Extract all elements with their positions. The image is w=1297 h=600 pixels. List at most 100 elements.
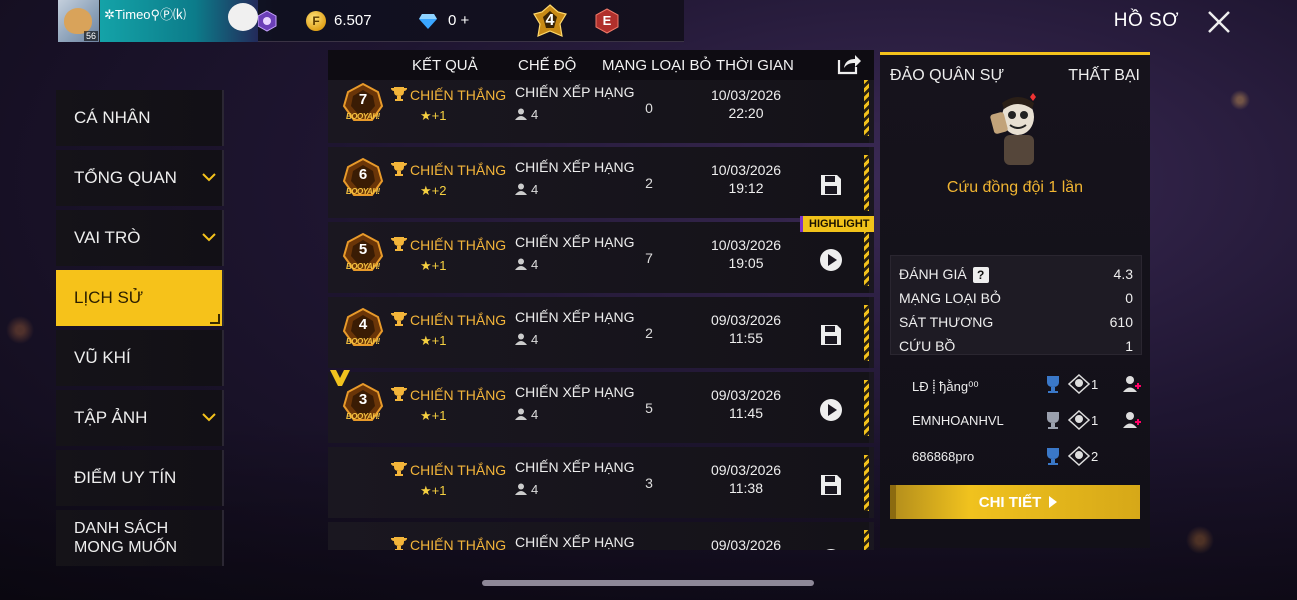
sidebar-item-danh-sach-mong-muon[interactable]: DANH SÁCH MONG MUỐN bbox=[56, 510, 224, 566]
team-member[interactable]: 686868pro 2 bbox=[890, 439, 1142, 475]
date-text: 09/03/2026 bbox=[710, 537, 782, 550]
sidebar-item-label: TỔNG QUAN bbox=[74, 168, 177, 187]
stars-value: +1 bbox=[431, 483, 447, 498]
player-count-value: 4 bbox=[531, 332, 539, 347]
sidebar-item-label: VŨ KHÍ bbox=[74, 348, 131, 367]
row-accent-stripe bbox=[864, 305, 869, 361]
table-row[interactable]: 3 BOOYAH! CHIẾN THẮNG ★+1 CHIẾN XẾP HẠNG 4 5 09… bbox=[328, 370, 874, 443]
player-count-value: 4 bbox=[531, 257, 539, 272]
match-result: THẤT BẠI bbox=[1068, 67, 1140, 84]
mode-text: CHIẾN XẾP HẠNG bbox=[515, 234, 635, 250]
player-count: 4 bbox=[515, 107, 538, 122]
clock-text: 11:38 bbox=[729, 480, 763, 496]
star-icon: ★ bbox=[420, 408, 432, 423]
member-name: LĐ ⸽ ђằng⁰⁰ bbox=[912, 379, 979, 394]
table-row[interactable]: 7 BOOYAH! CHIẾN THẮNG ★+1 CHIẾN XẾP HẠNG 4 0 10… bbox=[328, 72, 874, 143]
stars-value: +1 bbox=[431, 258, 447, 273]
trophy-icon bbox=[391, 87, 407, 101]
highlight-tag[interactable]: HIGHLIGHT bbox=[800, 216, 874, 232]
map-name: ĐẢO QUÂN SỰ bbox=[890, 67, 1005, 84]
sidebar-item-label: ĐIỂM UY TÍN bbox=[74, 468, 177, 487]
skull-kill-icon bbox=[1068, 374, 1090, 394]
sidebar: CÁ NHÂN TỔNG QUAN VAI TRÒ LỊCH SỬ VŨ KHÍ… bbox=[56, 90, 224, 570]
rank-number: 5 bbox=[358, 241, 368, 258]
team-member[interactable]: LĐ ⸽ ђằng⁰⁰ 1 bbox=[890, 367, 1142, 403]
result-cell: CHIẾN THẮNG bbox=[390, 536, 506, 550]
stars-value: +1 bbox=[431, 108, 447, 123]
stars-gained: ★+1 bbox=[420, 258, 446, 274]
stat-label: SÁT THƯƠNG bbox=[899, 314, 994, 330]
skull-kill-icon bbox=[1068, 410, 1090, 430]
star-icon: ★ bbox=[420, 183, 432, 198]
player-count-value: 4 bbox=[531, 482, 539, 497]
clock-text: 19:05 bbox=[728, 255, 764, 271]
share-icon[interactable] bbox=[836, 52, 862, 76]
sidebar-item-lich-su[interactable]: LỊCH SỬ bbox=[56, 270, 224, 326]
result-cell: CHIẾN THẮNG bbox=[390, 236, 506, 255]
trophy-icon bbox=[391, 237, 407, 251]
mode-text: CHIẾN XẾP HẠNG bbox=[515, 309, 635, 325]
sidebar-item-vai-tro[interactable]: VAI TRÒ bbox=[56, 210, 224, 266]
add-friend-icon[interactable] bbox=[1122, 374, 1142, 394]
home-indicator[interactable] bbox=[482, 580, 814, 586]
sidebar-item-vu-khi[interactable]: VŨ KHÍ bbox=[56, 330, 224, 386]
stat-label: ĐÁNH GIÁ bbox=[899, 265, 967, 282]
stars-gained: ★+2 bbox=[420, 183, 446, 199]
player-count: 4 bbox=[515, 482, 538, 497]
save-replay-icon[interactable] bbox=[819, 173, 843, 197]
result-cell: CHIẾN THẮNG bbox=[390, 461, 506, 480]
e-badge[interactable]: E bbox=[594, 7, 620, 34]
rank-number: 3 bbox=[358, 391, 368, 408]
booyah-label: BOOYAH! bbox=[346, 112, 380, 121]
play-replay-icon[interactable] bbox=[819, 248, 843, 272]
namecard-banner[interactable]: ✲Timeo⚲Ⓟ⒦ bbox=[100, 0, 258, 42]
rank-badge[interactable]: 4 bbox=[532, 3, 568, 38]
stars-value: +2 bbox=[431, 183, 447, 198]
row-accent-stripe bbox=[864, 455, 869, 511]
star-icon: ★ bbox=[420, 258, 432, 273]
table-row[interactable]: CHIẾN THẮNG ★+1 CHIẾN XẾP HẠNG 4 3 09/03/2026… bbox=[328, 447, 874, 518]
match-detail-panel: ĐẢO QUÂN SỰ THẤT BẠI Cứu đồng đội 1 lần … bbox=[880, 52, 1150, 548]
sidebar-item-tong-quan[interactable]: TỔNG QUAN bbox=[56, 150, 224, 206]
diamond-icon bbox=[419, 13, 437, 29]
add-friend-icon[interactable] bbox=[1122, 410, 1142, 430]
sidebar-item-tap-anh[interactable]: TẬP ẢNH bbox=[56, 390, 224, 446]
table-row[interactable]: 6 BOOYAH! CHIẾN THẮNG ★+2 CHIẾN XẾP HẠNG 4 2 10… bbox=[328, 147, 874, 218]
result-text: CHIẾN THẮNG bbox=[410, 387, 507, 403]
kills-value: 2 bbox=[645, 175, 653, 191]
detail-button[interactable]: CHI TIẾT bbox=[890, 485, 1140, 519]
result-cell: CHIẾN THẮNG bbox=[390, 311, 506, 330]
time-cell: 09/03/2026 11:45 bbox=[700, 386, 792, 422]
save-replay-icon[interactable] bbox=[819, 473, 843, 497]
sidebar-item-diem-uy-tin[interactable]: ĐIỂM UY TÍN bbox=[56, 450, 224, 506]
table-row[interactable]: 5 BOOYAH! CHIẾN THẮNG ★+1 CHIẾN XẾP HẠNG 4 7 10… bbox=[328, 216, 874, 293]
play-replay-icon[interactable] bbox=[819, 548, 843, 550]
mode-text: CHIẾN XẾP HẠNG bbox=[515, 84, 635, 100]
sidebar-item-ca-nhan[interactable]: CÁ NHÂN bbox=[56, 90, 224, 146]
team-member[interactable]: EMNHOANHVL 1 bbox=[890, 403, 1142, 439]
chevron-down-icon bbox=[202, 173, 216, 182]
table-row[interactable]: CHIẾN THẮNG CHIẾN XẾP HẠNG 09/03/2026 bbox=[328, 522, 874, 550]
close-button[interactable] bbox=[1201, 4, 1237, 40]
rank-trophy-icon bbox=[1047, 412, 1059, 429]
guild-emblem-icon bbox=[257, 9, 277, 32]
row-accent-stripe bbox=[864, 155, 869, 211]
help-icon[interactable]: ? bbox=[972, 266, 989, 283]
rank-number: 7 bbox=[358, 91, 368, 108]
save-replay-icon[interactable] bbox=[819, 323, 843, 347]
result-text: CHIẾN THẮNG bbox=[410, 87, 507, 103]
avatar[interactable]: 56 bbox=[58, 0, 100, 42]
player-count: 4 bbox=[515, 407, 538, 422]
result-text: CHIẾN THẮNG bbox=[410, 162, 507, 178]
rank-medal: 3 BOOYAH! bbox=[342, 382, 384, 426]
diamond-amount[interactable]: 0 + bbox=[448, 12, 508, 29]
mode-text: CHIẾN XẾP HẠNG bbox=[515, 384, 635, 400]
sidebar-item-label: LỊCH SỬ bbox=[74, 288, 144, 307]
stars-gained: ★+1 bbox=[420, 483, 446, 499]
play-replay-icon[interactable] bbox=[819, 398, 843, 422]
player-count-value: 4 bbox=[531, 182, 539, 197]
stat-kills: MẠNG LOẠI BỎ 0 bbox=[899, 286, 1133, 310]
table-row[interactable]: 4 BOOYAH! CHIẾN THẮNG ★+1 CHIẾN XẾP HẠNG 4 2 09… bbox=[328, 297, 874, 368]
time-cell: 09/03/2026 bbox=[700, 536, 792, 550]
player-count: 4 bbox=[515, 182, 538, 197]
